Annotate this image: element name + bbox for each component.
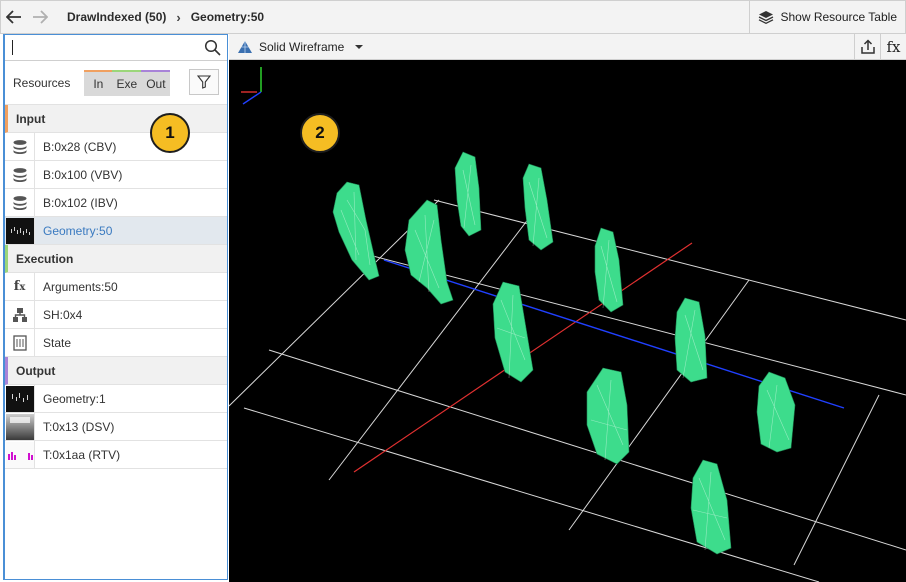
funnel-icon — [197, 75, 211, 89]
list-item[interactable]: T:0x1aa (RTV) — [5, 441, 227, 469]
list-item-label: B:0x100 (VBV) — [43, 167, 123, 182]
search-icon[interactable] — [204, 39, 221, 56]
mesh-object-6 — [492, 281, 534, 383]
mesh-object-2 — [404, 199, 454, 305]
list-item-label: B:0x28 (CBV) — [43, 139, 117, 154]
breadcrumb: DrawIndexed (50) › Geometry:50 — [67, 10, 264, 25]
list-item-selected[interactable]: Geometry:50 — [5, 217, 227, 245]
list-item[interactable]: B:0x100 (VBV) — [5, 161, 227, 189]
breadcrumb-item[interactable]: Geometry:50 — [191, 10, 264, 24]
filter-button[interactable] — [189, 69, 219, 95]
state-icon — [5, 329, 35, 356]
fx-icon: fx — [5, 273, 35, 300]
section-execution-header[interactable]: Execution — [5, 245, 227, 273]
filter-out-toggle[interactable]: Out — [141, 69, 171, 96]
filter-in-toggle[interactable]: In — [84, 69, 113, 96]
wireframe-mode-icon — [238, 40, 252, 53]
forward-button[interactable] — [27, 1, 53, 33]
buffer-stack-icon — [5, 189, 35, 216]
share-icon — [860, 39, 875, 54]
mesh-object-3 — [454, 151, 482, 237]
resources-panel: Resources In Exe Out Input B:0x28 (CBV) … — [3, 34, 228, 580]
list-item[interactable]: B:0x102 (IBV) — [5, 189, 227, 217]
list-item[interactable]: B:0x28 (CBV) — [5, 133, 227, 161]
search-input[interactable] — [9, 38, 199, 58]
list-item[interactable]: SH:0x4 — [5, 301, 227, 329]
arrow-left-icon — [6, 10, 21, 24]
buffer-stack-icon — [5, 161, 35, 188]
text-caret — [12, 40, 13, 55]
mesh-object-4 — [522, 163, 554, 251]
mesh-object-9 — [756, 371, 796, 453]
mesh-object-8 — [586, 367, 630, 465]
mesh-object-5 — [594, 227, 624, 313]
geometry-thumbnail — [5, 217, 35, 244]
buffer-stack-icon — [5, 133, 35, 160]
section-input-header[interactable]: Input — [5, 105, 227, 133]
resources-label: Resources — [13, 75, 71, 90]
depth-thumbnail — [5, 413, 35, 440]
chevron-down-icon — [355, 44, 364, 49]
list-item[interactable]: State — [5, 329, 227, 357]
mesh-object-7 — [674, 297, 708, 383]
section-output-header[interactable]: Output — [5, 357, 227, 385]
list-item-label: Geometry:1 — [43, 391, 106, 406]
list-item-label: T:0x1aa (RTV) — [43, 447, 121, 462]
render-mode-label: Solid Wireframe — [259, 39, 345, 54]
chevron-right-icon: › — [176, 9, 181, 25]
fx-icon: fx — [886, 38, 901, 56]
shader-hierarchy-icon — [5, 301, 35, 328]
callout-badge: 2 — [300, 113, 340, 153]
show-resource-table-label: Show Resource Table — [780, 10, 897, 24]
list-item-label: T:0x13 (DSV) — [43, 419, 115, 434]
export-button[interactable] — [854, 34, 880, 60]
mesh-object-1 — [332, 181, 380, 281]
filter-exe-toggle[interactable]: Exe — [112, 69, 142, 96]
list-item-label: B:0x102 (IBV) — [43, 195, 118, 210]
render-mode-dropdown[interactable]: Solid Wireframe — [229, 40, 364, 54]
arrow-right-icon — [33, 10, 48, 24]
list-item-label: State — [43, 335, 72, 350]
back-button[interactable] — [1, 1, 27, 33]
resource-filter-bar: Resources In Exe Out — [5, 61, 227, 105]
list-item-label: Arguments:50 — [43, 279, 118, 294]
breadcrumb-item[interactable]: DrawIndexed (50) — [67, 10, 166, 24]
top-toolbar: DrawIndexed (50) › Geometry:50 Show Reso… — [0, 0, 906, 34]
list-item[interactable]: fx Arguments:50 — [5, 273, 227, 301]
layers-icon — [759, 11, 774, 24]
callout-badge: 1 — [150, 113, 190, 153]
axis-gizmo-icon — [241, 67, 262, 105]
list-item[interactable]: Geometry:1 — [5, 385, 227, 413]
viewport-toolbar: Solid Wireframe fx — [229, 34, 906, 60]
ground-grid — [229, 199, 906, 582]
show-resource-table-button[interactable]: Show Resource Table — [749, 1, 905, 33]
list-item-label: SH:0x4 — [43, 307, 83, 322]
mesh-object-10 — [690, 459, 732, 555]
fx-button[interactable]: fx — [880, 34, 906, 60]
list-item[interactable]: T:0x13 (DSV) — [5, 413, 227, 441]
list-item-label: Geometry:50 — [43, 223, 113, 238]
geometry-thumbnail — [5, 385, 35, 412]
rtv-thumbnail — [5, 441, 35, 468]
search-bar — [5, 35, 227, 61]
